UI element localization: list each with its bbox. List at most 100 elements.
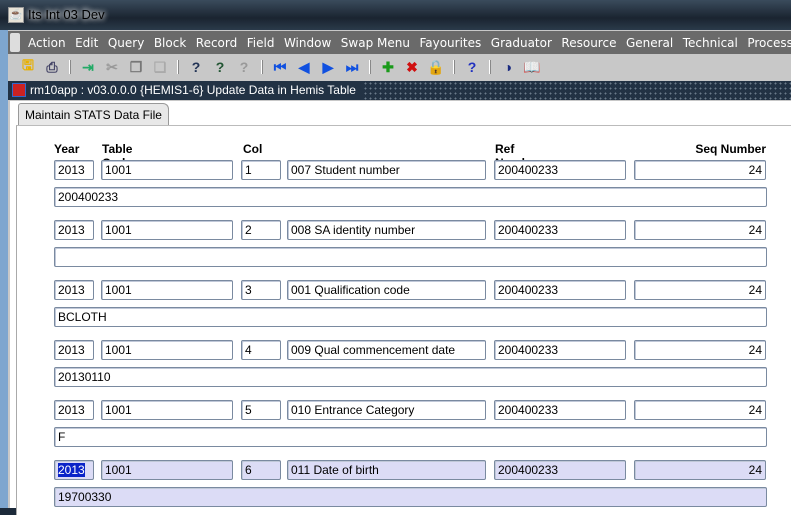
table-code-value: 1001 [105,163,132,177]
menu-window[interactable]: Window [284,36,331,50]
print-icon[interactable]: ⎙ [42,57,62,77]
menu-record[interactable]: Record [196,36,237,50]
col-field[interactable]: 5 [241,400,281,420]
desc-value: 011 Date of birth [291,463,379,477]
table-code-field[interactable]: 1001 [101,460,233,480]
header-seq-number: Seq Number [695,142,766,156]
menu-fayourites[interactable]: Fayourites [419,36,481,50]
table-code-field[interactable]: 1001 [101,160,233,180]
help-icon[interactable]: ? [462,57,482,77]
tab-maintain-stats[interactable]: Maintain STATS Data File [18,103,169,125]
menu-graduator[interactable]: Graduator [491,36,552,50]
desc-value: 001 Qualification code [291,283,410,297]
desc-value: 007 Student number [291,163,400,177]
table-code-field[interactable]: 1001 [101,340,233,360]
seq-field[interactable]: 24 [634,280,766,300]
menu-query[interactable]: Query [108,36,144,50]
col-field[interactable]: 4 [241,340,281,360]
book-icon[interactable]: 📖 [522,57,542,77]
year-field[interactable]: 2013 [54,220,94,240]
desc-value: 009 Qual commencement date [291,343,456,357]
data-value-field[interactable]: 20130110 [54,367,767,387]
seq-field[interactable]: 24 [634,340,766,360]
cut-icon[interactable]: ✂ [102,57,122,77]
col-value: 6 [245,463,252,477]
year-field[interactable]: 2013 [54,460,94,480]
seq-field[interactable]: 24 [634,400,766,420]
table-code-value: 1001 [105,463,132,477]
toolbar-separator [369,60,371,74]
data-value-field[interactable] [54,247,767,267]
menu-action[interactable]: Action [28,36,66,50]
seq-field[interactable]: 24 [634,160,766,180]
data-value-field[interactable]: BCLOTH [54,307,767,327]
paste-icon[interactable]: ❏ [150,57,170,77]
ref-value: 200400233 [498,283,559,297]
desc-field[interactable]: 001 Qualification code [287,280,486,300]
enter-query-icon[interactable]: ? [186,57,206,77]
year-value: 2013 [58,403,85,417]
menu-field[interactable]: Field [247,36,275,50]
year-value: 2013 [58,463,85,477]
ref-field[interactable]: 200400233 [494,340,626,360]
col-field[interactable]: 1 [241,160,281,180]
copy-icon[interactable]: ❐ [126,57,146,77]
table-code-field[interactable]: 1001 [101,220,233,240]
col-field[interactable]: 3 [241,280,281,300]
table-code-value: 1001 [105,283,132,297]
seq-field[interactable]: 24 [634,220,766,240]
col-field[interactable]: 6 [241,460,281,480]
table-code-field[interactable]: 1001 [101,280,233,300]
menu-general[interactable]: General [626,36,673,50]
col-field[interactable]: 2 [241,220,281,240]
cancel-query-icon[interactable]: ? [234,57,254,77]
desc-field[interactable]: 008 SA identity number [287,220,486,240]
desc-field[interactable]: 007 Student number [287,160,486,180]
seq-value: 24 [748,463,762,477]
year-field[interactable]: 2013 [54,400,94,420]
menu-swap-menu[interactable]: Swap Menu [341,36,410,50]
menu-block[interactable]: Block [154,36,186,50]
data-value-field[interactable]: 19700330 [54,487,767,507]
header-col: Col [243,142,263,156]
seq-value: 24 [748,163,762,177]
first-record-icon[interactable]: ⏮ [270,57,290,77]
table-code-value: 1001 [105,343,132,357]
menu-processes[interactable]: Processes [747,36,791,50]
menu-edit[interactable]: Edit [75,36,98,50]
lock-record-icon[interactable]: 🔒 [426,57,446,77]
menu-technical[interactable]: Technical [683,36,738,50]
save-icon[interactable]: 🖫 [18,57,38,77]
form-icon [12,83,26,97]
year-value: 2013 [58,223,85,237]
table-code-field[interactable]: 1001 [101,400,233,420]
desc-field[interactable]: 010 Entrance Category [287,400,486,420]
ref-field[interactable]: 200400233 [494,400,626,420]
data-value-field[interactable]: F [54,427,767,447]
desc-field[interactable]: 009 Qual commencement date [287,340,486,360]
data-value-field[interactable]: 200400233 [54,187,767,207]
year-value: 2013 [58,283,85,297]
year-field[interactable]: 2013 [54,280,94,300]
year-field[interactable]: 2013 [54,160,94,180]
toolbar-separator [177,60,179,74]
next-record-icon[interactable]: ▶ [318,57,338,77]
last-record-icon[interactable]: ⏭ [342,57,362,77]
ref-value: 200400233 [498,403,559,417]
seq-field[interactable]: 24 [634,460,766,480]
execute-query-icon[interactable]: ? [210,57,230,77]
oracle-icon[interactable]: ◑ [498,57,518,77]
menu-grip[interactable] [10,33,20,52]
ref-field[interactable]: 200400233 [494,280,626,300]
table-code-value: 1001 [105,403,132,417]
delete-record-icon[interactable]: ✖ [402,57,422,77]
year-field[interactable]: 2013 [54,340,94,360]
ref-field[interactable]: 200400233 [494,220,626,240]
menu-resource[interactable]: Resource [561,36,616,50]
previous-record-icon[interactable]: ◀ [294,57,314,77]
ref-field[interactable]: 200400233 [494,160,626,180]
ref-field[interactable]: 200400233 [494,460,626,480]
exit-icon[interactable]: ⇥ [78,57,98,77]
insert-record-icon[interactable]: ✚ [378,57,398,77]
desc-field[interactable]: 011 Date of birth [287,460,486,480]
